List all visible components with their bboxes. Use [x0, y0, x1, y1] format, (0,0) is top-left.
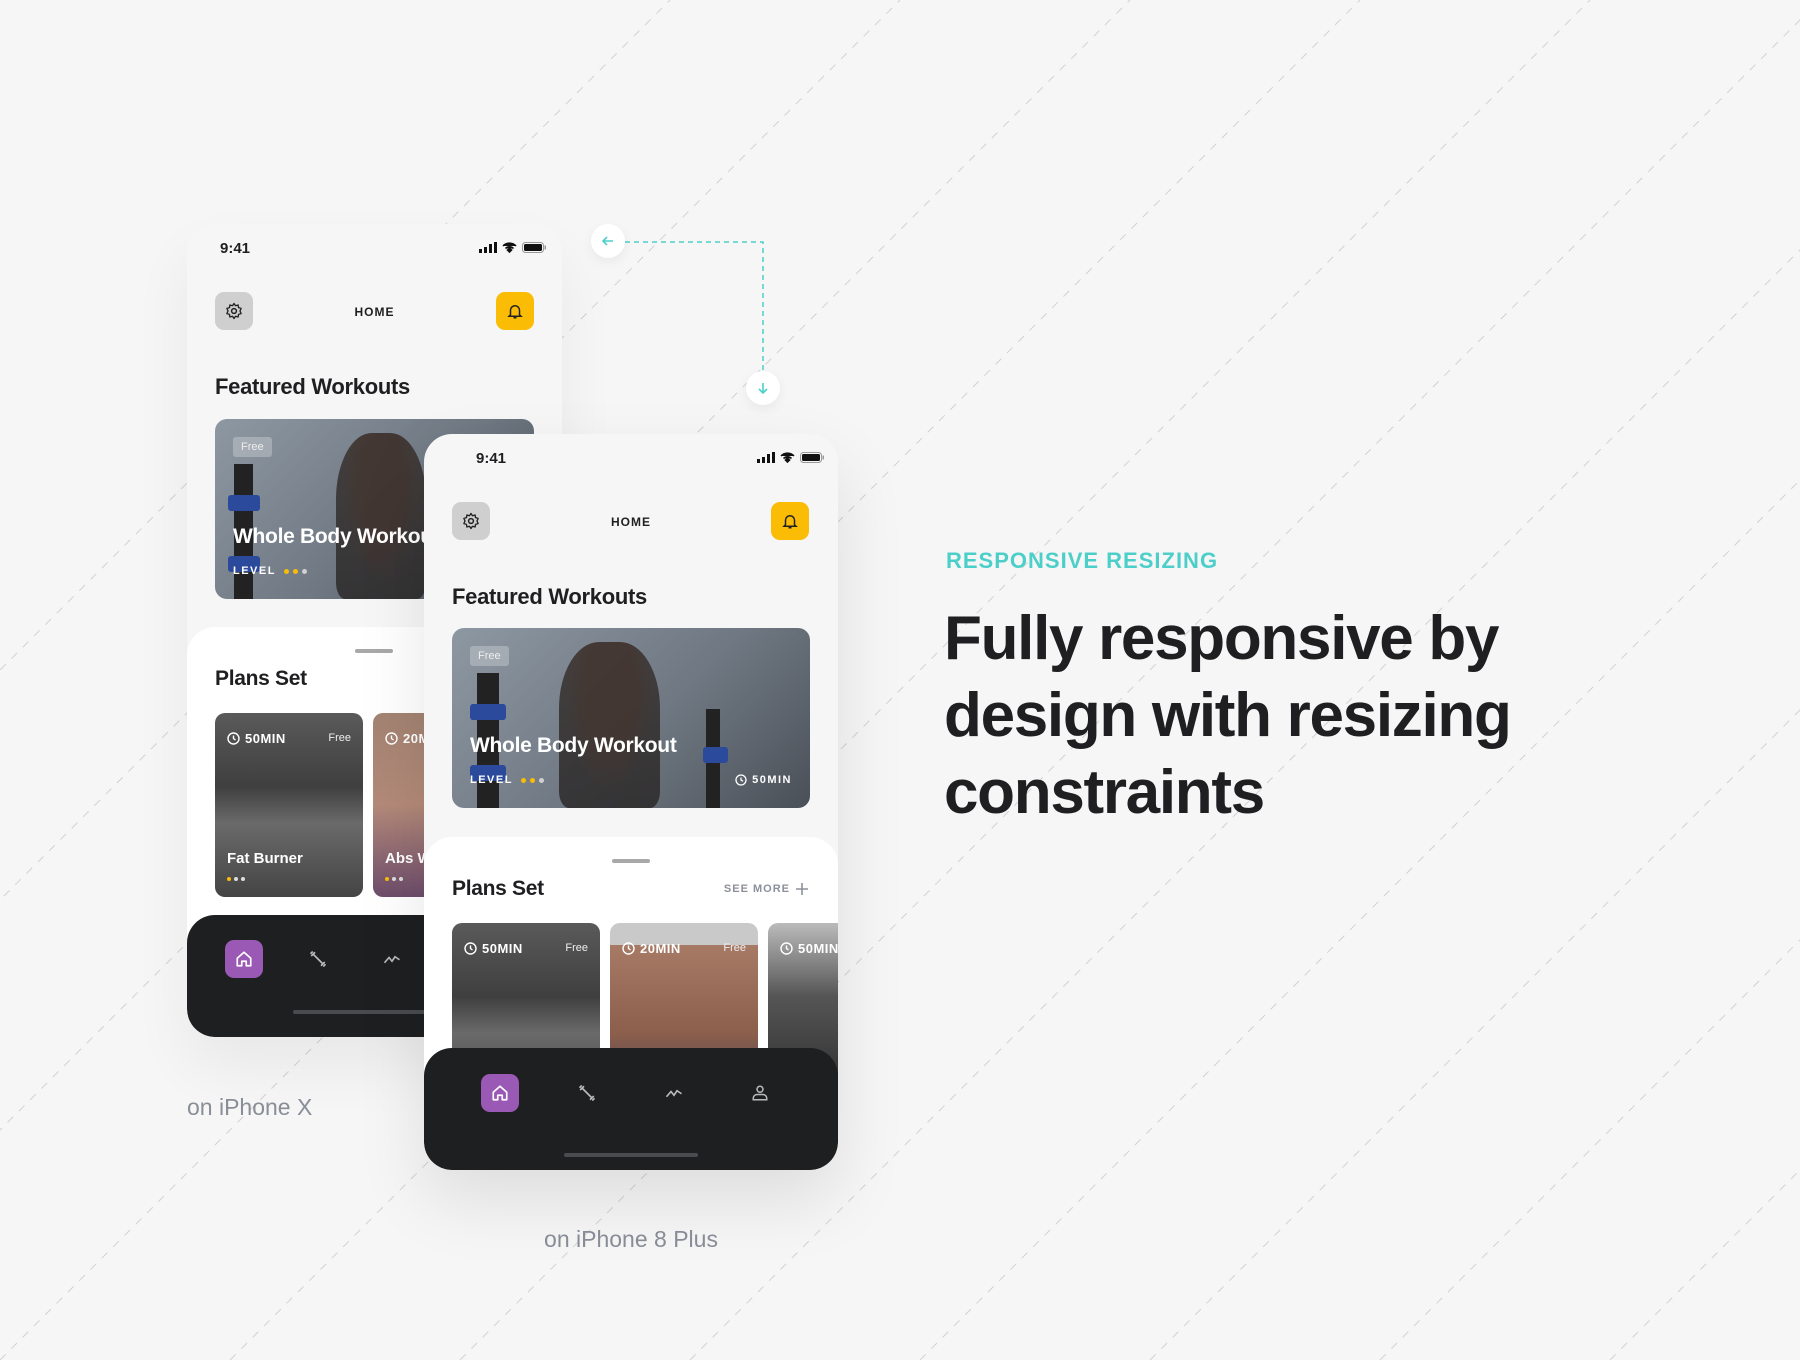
notifications-button[interactable]: [771, 502, 809, 540]
user-icon: [752, 1085, 768, 1101]
clock-icon: [385, 732, 398, 745]
plans-title: Plans Set: [215, 667, 307, 690]
nav-stats[interactable]: [373, 940, 411, 978]
caption-iphone-8-plus: on iPhone 8 Plus: [544, 1226, 718, 1252]
featured-workout-card[interactable]: Free Whole Body Workout LEVEL 50MIN: [452, 628, 810, 808]
workout-duration: 50MIN: [735, 774, 792, 786]
home-icon: [236, 951, 252, 967]
iphone-8-plus-mockup: 9:41 HOME Featured Workouts Free Whole B…: [424, 434, 838, 1170]
nav-home[interactable]: [225, 940, 263, 978]
clock-icon: [780, 942, 793, 955]
sheet-handle[interactable]: [355, 649, 393, 653]
plans-title: Plans Set: [452, 877, 544, 900]
plus-icon: [796, 883, 808, 895]
battery-icon: [800, 452, 824, 463]
arrow-left-icon: [591, 224, 625, 258]
dumbbell-icon: [309, 950, 327, 968]
arrow-down-icon: [746, 371, 780, 405]
dumbbell-icon: [578, 1084, 596, 1102]
background-dashed-line: [1609, 1169, 1800, 1360]
clock-icon: [735, 774, 747, 786]
featured-title: Featured Workouts: [452, 584, 647, 609]
level-indicator: LEVEL: [470, 774, 544, 786]
notifications-button[interactable]: [496, 292, 534, 330]
signal-icon: [757, 452, 775, 463]
bottom-nav: [424, 1048, 838, 1170]
nav-stats[interactable]: [655, 1074, 693, 1112]
nav-home[interactable]: [481, 1074, 519, 1112]
home-icon: [492, 1085, 508, 1101]
level-indicator: LEVEL: [233, 565, 307, 577]
clock-icon: [227, 732, 240, 745]
eyebrow-label: RESPONSIVE RESIZING: [946, 548, 1219, 573]
status-icons: [757, 452, 824, 463]
wifi-icon: [780, 452, 795, 463]
nav-workouts[interactable]: [568, 1074, 606, 1112]
featured-title: Featured Workouts: [215, 374, 410, 399]
status-time: 9:41: [476, 450, 507, 467]
status-icons: [479, 242, 546, 253]
bell-icon: [782, 515, 798, 529]
plan-card[interactable]: 50MIN Free Fat Burner: [215, 713, 363, 897]
nav-profile[interactable]: [741, 1074, 779, 1112]
workout-title: Whole Body Workout: [233, 525, 440, 548]
signal-icon: [479, 242, 497, 253]
nav-workouts[interactable]: [299, 940, 337, 978]
status-time: 9:41: [220, 240, 251, 257]
clock-icon: [622, 942, 635, 955]
wifi-icon: [502, 242, 517, 253]
free-badge: Free: [233, 437, 272, 457]
see-more-button[interactable]: SEE MORE: [724, 883, 808, 895]
clock-icon: [464, 942, 477, 955]
home-indicator: [564, 1153, 698, 1157]
bell-icon: [507, 305, 523, 319]
sheet-handle[interactable]: [612, 859, 650, 863]
battery-icon: [522, 242, 546, 253]
workout-title: Whole Body Workout: [470, 734, 677, 757]
caption-iphone-x: on iPhone X: [187, 1094, 313, 1120]
headline: Fully responsive by design with resizing…: [944, 604, 1512, 827]
chart-line-icon: [383, 955, 400, 964]
free-badge: Free: [470, 646, 509, 666]
chart-line-icon: [665, 1089, 682, 1098]
